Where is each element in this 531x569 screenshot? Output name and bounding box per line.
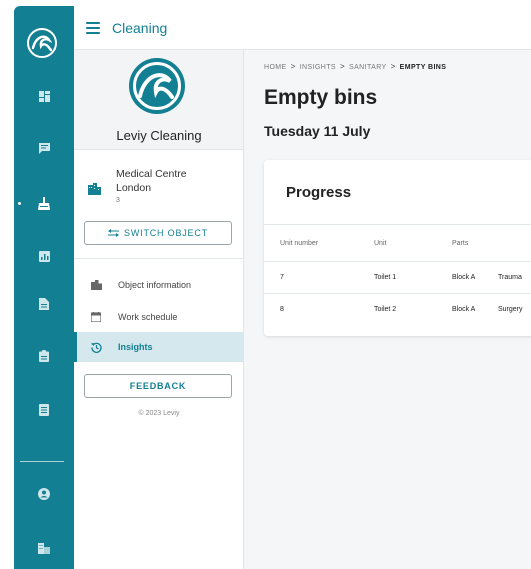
organization-logo-icon bbox=[129, 58, 185, 114]
building-icon bbox=[88, 182, 101, 200]
switch-object-button[interactable]: SWITCH OBJECT bbox=[84, 221, 232, 245]
feedback-button[interactable]: FEEDBACK bbox=[84, 374, 232, 398]
progress-card: Progress Unit number Unit Parts 7 Toilet… bbox=[264, 160, 531, 336]
object-number: 3 bbox=[116, 197, 120, 204]
table-row[interactable]: 7 Toilet 1 Block A Trauma bbox=[264, 261, 531, 293]
breadcrumb: HOME > INSIGHTS > SANITARY > EMPTY BINS bbox=[264, 62, 446, 71]
unit-cell: Toilet 2 bbox=[374, 306, 397, 313]
sidebar-item-insights[interactable]: Insights bbox=[74, 332, 244, 362]
sidebar-divider bbox=[74, 258, 244, 259]
object-name: Medical Centre bbox=[116, 168, 187, 180]
rail-divider bbox=[20, 461, 64, 462]
unit-number-cell: 7 bbox=[280, 274, 284, 281]
sidebar-item-label: Object information bbox=[118, 280, 192, 290]
building-icon[interactable] bbox=[14, 534, 74, 562]
sidebar-item-label: Insights bbox=[118, 342, 153, 352]
object-city: London bbox=[116, 182, 152, 194]
account-icon[interactable] bbox=[14, 480, 74, 508]
swap-icon bbox=[108, 229, 120, 237]
column-header[interactable]: Unit number bbox=[280, 225, 318, 261]
parts-cell: Block A bbox=[452, 274, 476, 281]
breadcrumb-current: EMPTY BINS bbox=[399, 64, 447, 71]
unit-cell: Toilet 1 bbox=[374, 274, 397, 281]
chevron-right-icon: > bbox=[290, 62, 296, 71]
main-content: HOME > INSIGHTS > SANITARY > EMPTY BINS Empty … bbox=[244, 50, 531, 569]
copyright-text: © 2023 Leviy bbox=[138, 410, 180, 417]
table-row[interactable]: 8 Toilet 2 Block A Surgery bbox=[264, 293, 531, 325]
page-title: Empty bins bbox=[264, 86, 378, 109]
breadcrumb-insights[interactable]: INSIGHTS bbox=[300, 64, 336, 71]
progress-title: Progress bbox=[286, 184, 352, 201]
calendar-icon bbox=[74, 312, 118, 322]
sidebar-item-label: Work schedule bbox=[118, 312, 178, 322]
sidebar-item-work-schedule[interactable]: Work schedule bbox=[74, 302, 244, 332]
parts-cell: Block A bbox=[452, 306, 476, 313]
chart-icon[interactable] bbox=[14, 242, 74, 270]
progress-table: Unit number Unit Parts 7 Toilet 1 Block … bbox=[264, 224, 531, 325]
chevron-right-icon: > bbox=[339, 62, 346, 71]
app-title: Cleaning bbox=[112, 19, 168, 36]
clipboard-icon[interactable] bbox=[14, 342, 74, 370]
breadcrumb-home[interactable]: HOME bbox=[264, 64, 287, 71]
cleaning-icon[interactable] bbox=[14, 189, 74, 217]
area-cell: Surgery bbox=[498, 306, 523, 313]
switch-object-label: SWITCH OBJECT bbox=[124, 228, 208, 238]
app-window: Cleaning Leviy Cleaning Medical Centre L… bbox=[14, 6, 531, 569]
history-icon bbox=[74, 342, 118, 353]
column-header[interactable]: Unit bbox=[374, 225, 386, 261]
breadcrumb-sanitary[interactable]: SANITARY bbox=[349, 64, 387, 71]
column-header[interactable]: Parts bbox=[452, 225, 468, 261]
chevron-right-icon: > bbox=[390, 62, 396, 71]
document-icon[interactable] bbox=[14, 290, 74, 318]
chat-icon[interactable] bbox=[14, 134, 74, 162]
list-icon[interactable] bbox=[14, 396, 74, 424]
organization-name: Leviy Cleaning bbox=[116, 128, 202, 143]
hamburger-menu-icon[interactable] bbox=[86, 21, 100, 34]
icon-rail bbox=[14, 6, 74, 569]
leviy-logo-icon[interactable] bbox=[27, 28, 57, 58]
sidebar-item-object-information[interactable]: Object information bbox=[74, 270, 244, 300]
object-sidebar: Leviy Cleaning Medical Centre London 3 S… bbox=[74, 50, 244, 569]
unit-number-cell: 8 bbox=[280, 306, 284, 313]
organization-header: Leviy Cleaning bbox=[74, 50, 243, 150]
table-header-row: Unit number Unit Parts bbox=[264, 224, 531, 261]
dashboard-icon[interactable] bbox=[14, 82, 74, 110]
area-cell: Trauma bbox=[498, 274, 522, 281]
building-icon bbox=[74, 280, 118, 290]
page-date: Tuesday 11 July bbox=[264, 123, 371, 139]
top-bar: Cleaning bbox=[74, 6, 531, 50]
